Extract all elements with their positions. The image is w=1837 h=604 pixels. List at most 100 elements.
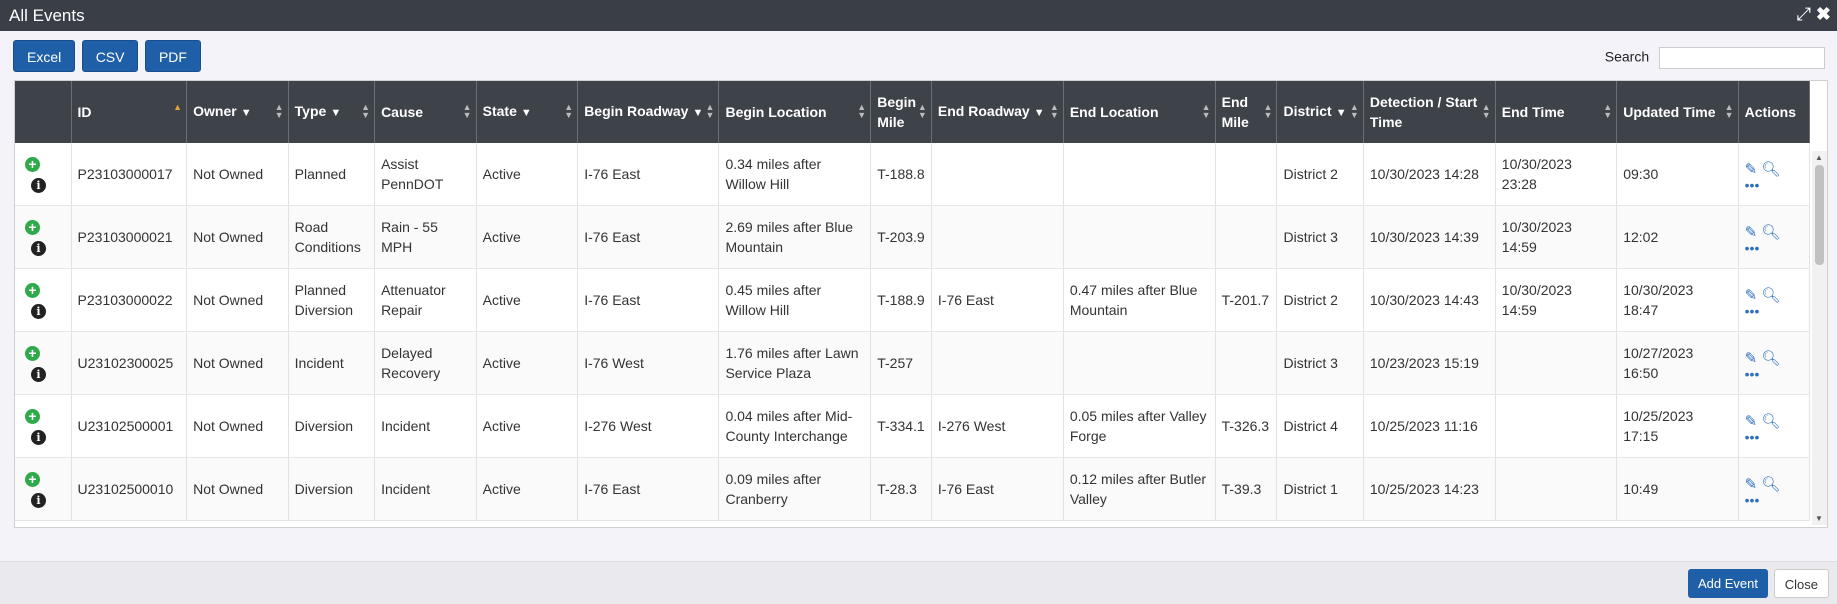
cell-cause: Incident: [374, 394, 477, 458]
zoom-icon[interactable]: 🔍︎: [1761, 223, 1780, 243]
table-row[interactable]: +i P23103000021 Not Owned Road Conditions Ra…: [15, 205, 1811, 269]
header-row: ID ▲ Owner ▼ ▲ ▼ Type ▼ ▲ ▼ Cause ▲ ▼ State ▼ ▲ ▼ Be…: [15, 81, 1811, 143]
close-button[interactable]: Close: [1773, 569, 1829, 598]
sort-icon[interactable]: ▲ ▼: [1263, 103, 1272, 120]
info-icon[interactable]: i: [31, 493, 46, 508]
col-end-time[interactable]: End Time ▲ ▼: [1495, 81, 1618, 143]
more-icon[interactable]: •••: [1745, 493, 1803, 507]
sort-icon[interactable]: ▲ ▼: [1050, 103, 1059, 120]
info-icon[interactable]: i: [31, 367, 46, 382]
filter-icon[interactable]: ▼: [1336, 103, 1347, 123]
row-controls: +i: [15, 205, 72, 269]
info-icon[interactable]: i: [31, 178, 46, 193]
zoom-icon[interactable]: 🔍︎: [1761, 160, 1780, 180]
zoom-icon[interactable]: 🔍︎: [1761, 412, 1780, 432]
expand-plus-icon[interactable]: +: [25, 283, 40, 298]
expand-plus-icon[interactable]: +: [25, 157, 40, 172]
cell-begin-mile: T-257: [870, 331, 932, 395]
header-detection-label: Detection / Start Time: [1369, 94, 1478, 130]
scrollbar-thumb[interactable]: [1815, 165, 1824, 265]
cell-end-roadway: I-276 West: [931, 394, 1064, 458]
col-begin-location[interactable]: Begin Location ▲ ▼: [718, 81, 872, 143]
add-event-button[interactable]: Add Event: [1688, 569, 1768, 598]
sort-asc-icon[interactable]: ▲: [173, 103, 182, 112]
table-row[interactable]: +i U23102300025 Not Owned Incident Delayed R…: [15, 331, 1811, 395]
col-district[interactable]: District ▼ ▲ ▼: [1276, 81, 1364, 143]
filter-icon[interactable]: ▼: [521, 103, 532, 123]
filter-icon[interactable]: ▼: [330, 103, 341, 123]
sort-icon[interactable]: ▲ ▼: [857, 103, 866, 120]
row-controls: +i: [15, 143, 72, 206]
cell-begin-roadway: I-76 West: [577, 331, 720, 395]
csv-button[interactable]: CSV: [81, 40, 139, 72]
search-input[interactable]: [1659, 47, 1825, 69]
col-id[interactable]: ID ▲: [71, 81, 188, 143]
cell-updated: 10/27/2023 16:50: [1616, 331, 1739, 395]
cell-owner: Not Owned: [186, 457, 289, 521]
row-actions: ✎ 🔍︎ •••: [1738, 143, 1811, 206]
filter-icon[interactable]: ▼: [1034, 103, 1045, 123]
col-owner[interactable]: Owner ▼ ▲ ▼: [186, 81, 289, 143]
cell-district: District 1: [1276, 457, 1364, 521]
excel-button[interactable]: Excel: [13, 40, 76, 72]
info-icon[interactable]: i: [31, 430, 46, 445]
sort-icon[interactable]: ▲ ▼: [1725, 103, 1734, 120]
cell-end-location: [1063, 205, 1216, 269]
scroll-up-icon[interactable]: ▲: [1815, 153, 1823, 162]
table-row[interactable]: +i P23103000017 Not Owned Planned Assist Pen…: [15, 143, 1811, 206]
sort-icon[interactable]: ▲ ▼: [361, 103, 370, 120]
col-state[interactable]: State ▼ ▲ ▼: [476, 81, 579, 143]
sort-icon[interactable]: ▲ ▼: [705, 103, 714, 120]
zoom-icon[interactable]: 🔍︎: [1761, 349, 1780, 369]
table-row[interactable]: +i U23102500010 Not Owned Diversion Incident…: [15, 457, 1811, 521]
zoom-icon[interactable]: 🔍︎: [1761, 286, 1780, 306]
expand-plus-icon[interactable]: +: [25, 346, 40, 361]
more-icon[interactable]: •••: [1745, 178, 1803, 192]
sort-icon[interactable]: ▲ ▼: [1202, 103, 1211, 120]
col-detection[interactable]: Detection / Start Time ▲ ▼: [1363, 81, 1496, 143]
filter-icon[interactable]: ▼: [241, 103, 252, 123]
table-body: +i P23103000017 Not Owned Planned Assist Pen…: [15, 143, 1811, 521]
more-icon[interactable]: •••: [1745, 241, 1803, 255]
expand-plus-icon[interactable]: +: [25, 220, 40, 235]
col-begin-mile[interactable]: Begin Mile ▲ ▼: [870, 81, 932, 143]
maximize-icon[interactable]: ⤢: [1797, 4, 1811, 25]
table-row[interactable]: +i U23102500001 Not Owned Diversion Incident…: [15, 394, 1811, 458]
col-updated[interactable]: Updated Time ▲ ▼: [1616, 81, 1739, 143]
col-type[interactable]: Type ▼ ▲ ▼: [288, 81, 376, 143]
export-buttons: Excel CSV PDF: [13, 40, 203, 72]
sort-icon[interactable]: ▲ ▼: [1603, 103, 1612, 120]
sort-icon[interactable]: ▲ ▼: [918, 103, 927, 120]
info-icon[interactable]: i: [31, 304, 46, 319]
cell-begin-mile: T-203.9: [870, 205, 932, 269]
sort-icon[interactable]: ▲ ▼: [1350, 103, 1359, 120]
cell-begin-roadway: I-76 East: [577, 457, 720, 521]
col-end-roadway[interactable]: End Roadway ▼ ▲ ▼: [931, 81, 1064, 143]
cell-id: P23103000022: [71, 268, 188, 332]
cell-state: Active: [476, 457, 579, 521]
filter-icon[interactable]: ▼: [692, 103, 703, 123]
close-icon[interactable]: ✖: [1816, 4, 1831, 25]
sort-icon[interactable]: ▲ ▼: [1482, 103, 1491, 120]
more-icon[interactable]: •••: [1745, 430, 1803, 444]
info-icon[interactable]: i: [31, 241, 46, 256]
col-begin-roadway[interactable]: Begin Roadway ▼ ▲ ▼: [577, 81, 720, 143]
cell-begin-roadway: I-76 East: [577, 205, 720, 269]
scroll-down-icon[interactable]: ▼: [1815, 514, 1823, 523]
sort-icon[interactable]: ▲ ▼: [463, 103, 472, 120]
expand-plus-icon[interactable]: +: [25, 472, 40, 487]
dialog-body: Excel CSV PDF Search ID ▲ Owner ▼ ▲ ▼ Type ▼ ▲…: [0, 31, 1837, 561]
more-icon[interactable]: •••: [1745, 367, 1803, 381]
table-row[interactable]: +i P23103000022 Not Owned Planned Diversion…: [15, 268, 1811, 332]
col-cause[interactable]: Cause ▲ ▼: [374, 81, 477, 143]
col-end-mile[interactable]: End Mile ▲ ▼: [1215, 81, 1278, 143]
vertical-scrollbar[interactable]: ▲ ▼: [1812, 151, 1827, 525]
sort-icon[interactable]: ▲ ▼: [275, 103, 284, 120]
cell-updated: 09:30: [1616, 143, 1739, 206]
zoom-icon[interactable]: 🔍︎: [1761, 475, 1780, 495]
col-end-location[interactable]: End Location ▲ ▼: [1063, 81, 1216, 143]
sort-icon[interactable]: ▲ ▼: [564, 103, 573, 120]
pdf-button[interactable]: PDF: [144, 40, 201, 72]
more-icon[interactable]: •••: [1745, 304, 1803, 318]
expand-plus-icon[interactable]: +: [25, 409, 40, 424]
